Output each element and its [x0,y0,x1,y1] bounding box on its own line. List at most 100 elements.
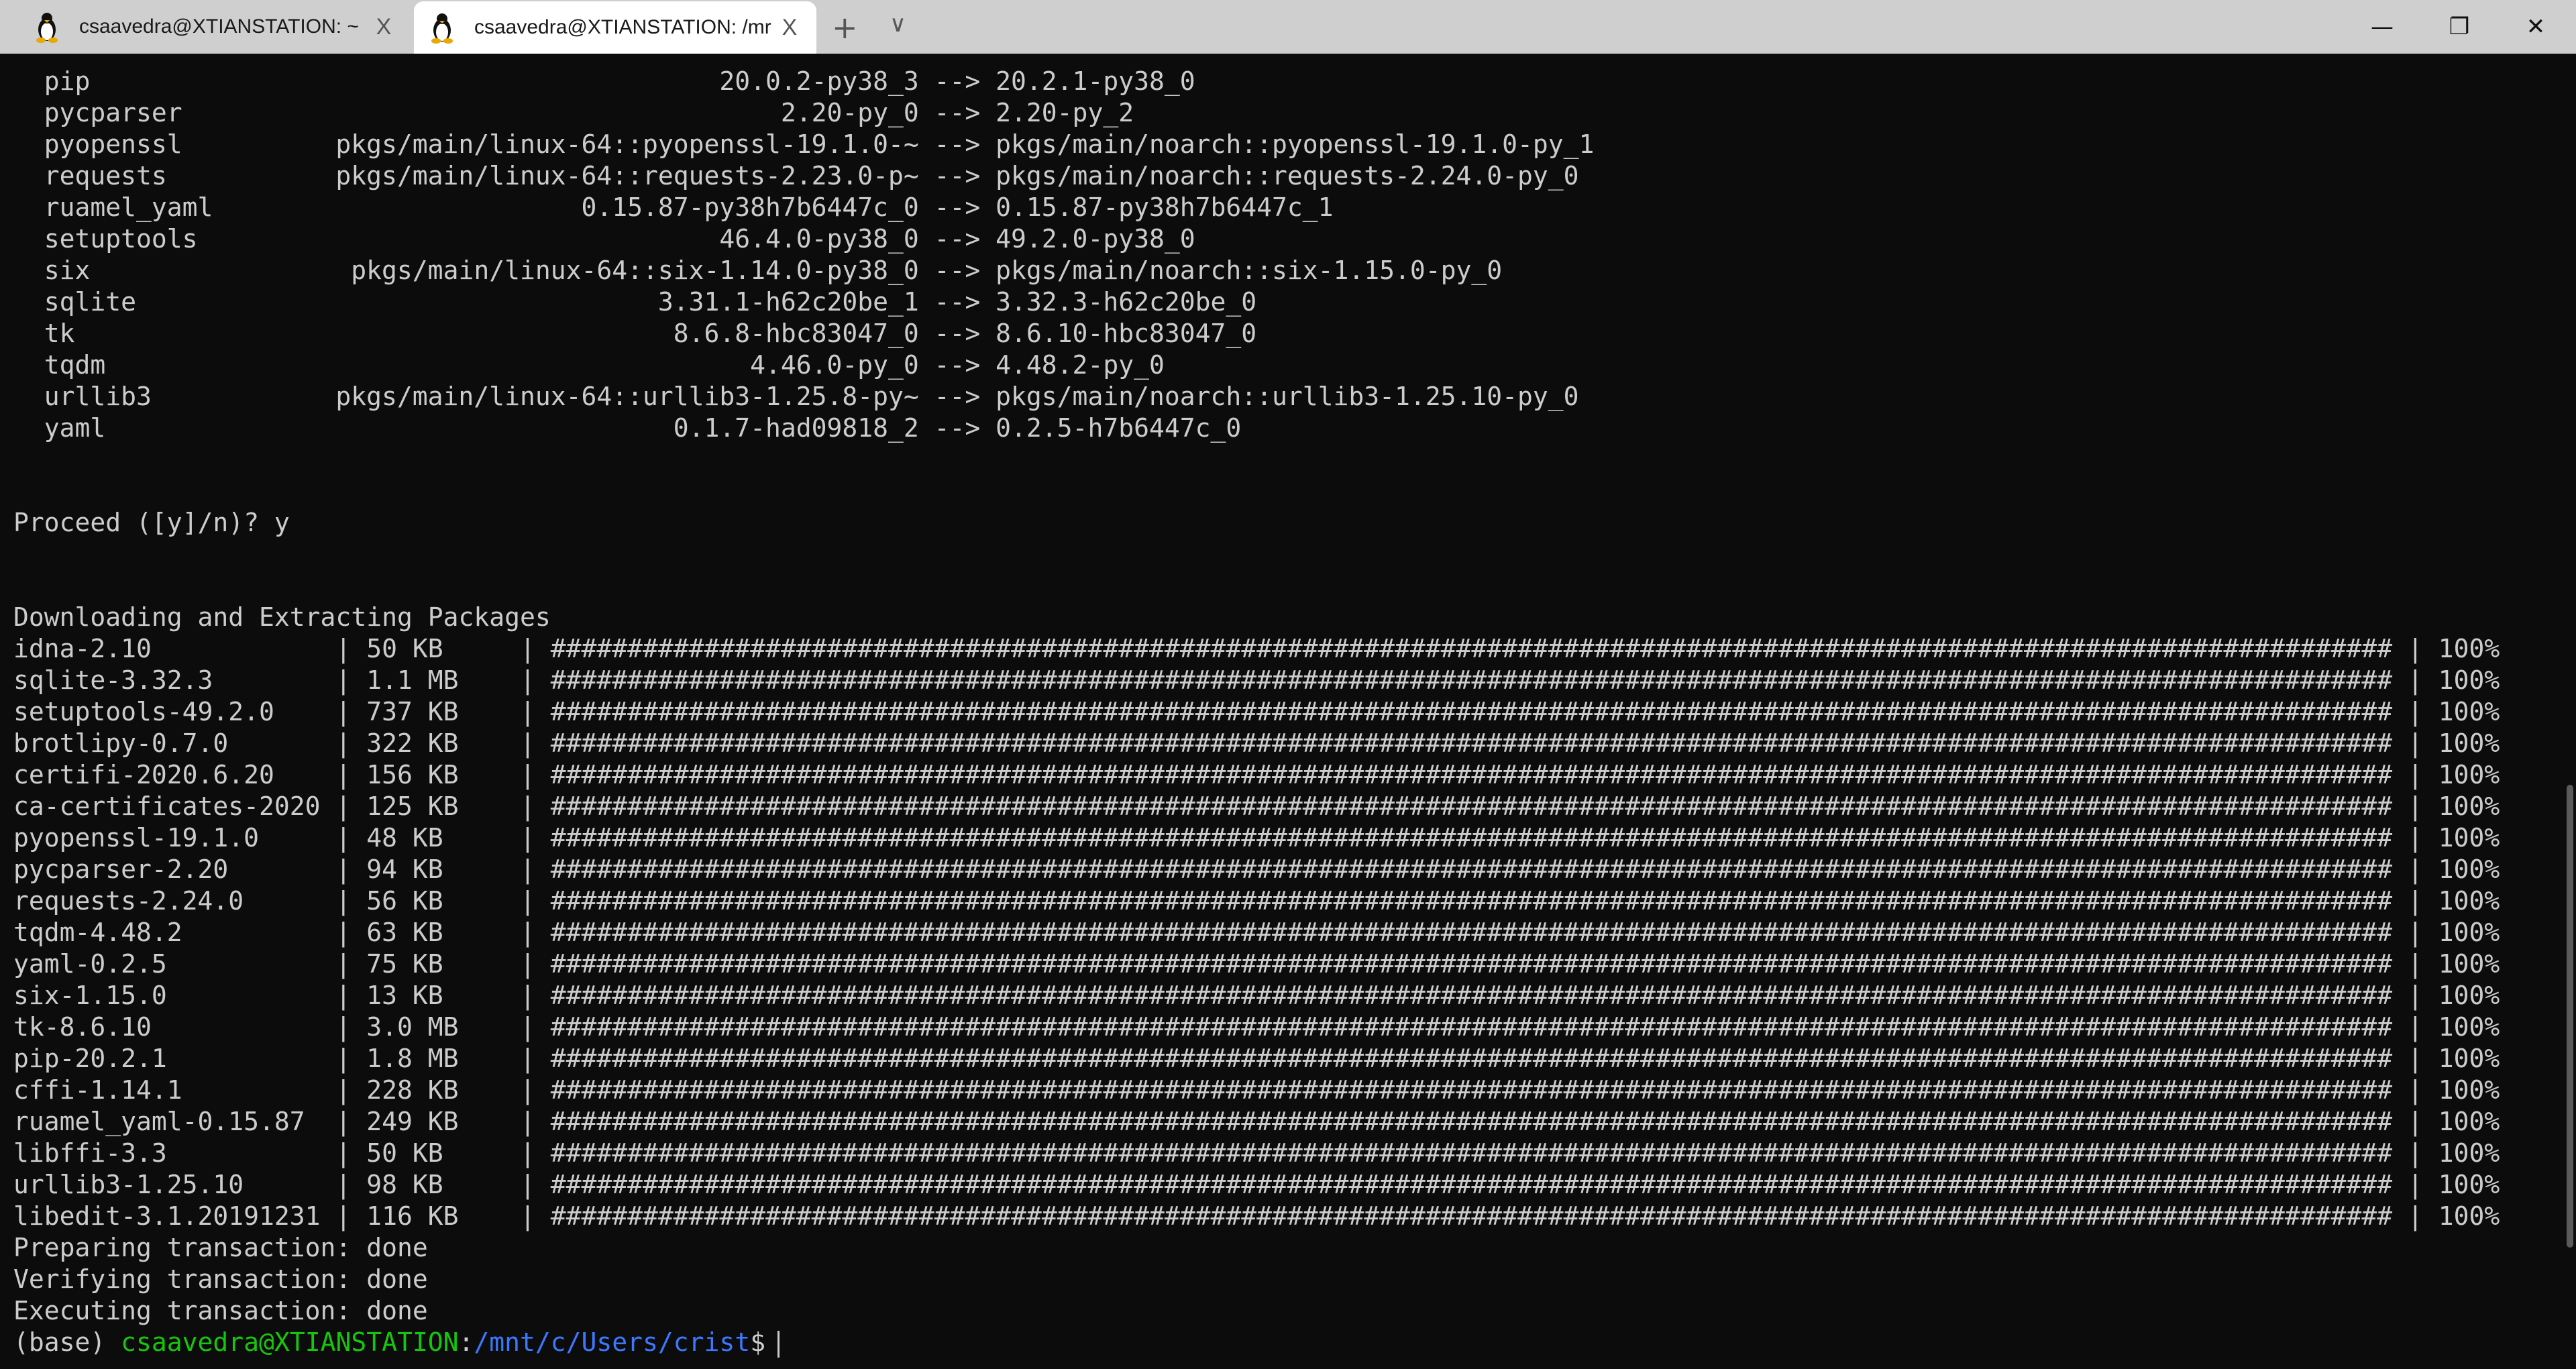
old-version: 0.15.87-py38h7b6447c_0 [213,192,918,223]
pipe: | [335,948,366,980]
package-upgrade-row: tqdm4.46.0-py_0-->4.48.2-py_0 [13,349,2500,381]
package-upgrade-row: pip20.0.2-py38_3 --> 20.2.1-py38_0 [13,66,2500,97]
progress-percent: 100% [2438,791,2500,822]
progress-bar: ########################################… [551,728,2392,759]
package-name: tqdm-4.48.2 [13,917,335,948]
prompt-separator: : [458,1327,474,1358]
prompt-symbol: $ [750,1327,765,1358]
terminal-output[interactable]: pip20.0.2-py38_3-->20.2.1-py38_0pycparse… [13,66,2500,1358]
old-version: 20.0.2-py38_3 [213,66,918,97]
status-text: Verifying transaction: done [13,1264,428,1295]
progress-bar: ########################################… [551,633,2392,665]
progress-bar: ########################################… [551,948,2392,980]
arrow: --> [934,160,981,192]
close-tab-icon[interactable]: X [776,15,803,41]
pipe: | [2392,1201,2438,1232]
download-row: tqdm-4.48.2| 63 KB| ####################… [13,917,2500,948]
package-size: 228 KB [366,1075,520,1106]
download-row: pip-20.2.1| 1.8 MB| ####################… [13,1043,2500,1075]
package-name: six-1.15.0 [13,980,335,1011]
pipe: | [335,633,366,665]
package-name: idna-2.10 [13,633,335,665]
new-version: 0.2.5-h7b6447c_0 [996,413,1241,444]
download-row: ruamel_yaml-0.15.87| 249 KB| ###########… [13,1106,2500,1138]
new-version: pkgs/main/noarch::pyopenssl-19.1.0-py_1 [996,129,1594,160]
package-size: 98 KB [366,1169,520,1201]
package-size: 75 KB [366,948,520,980]
progress-bar: ########################################… [551,1075,2392,1106]
progress-bar: ########################################… [551,759,2392,791]
pipe: | [520,791,551,822]
arrow: --> [934,66,981,97]
progress-percent: 100% [2438,1169,2500,1201]
arrow: --> [934,223,981,255]
close-tab-icon[interactable]: X [370,14,397,40]
download-row: cffi-1.14.1| 228 KB| ###################… [13,1075,2500,1106]
package-name: libedit-3.1.20191231 [13,1201,335,1232]
pipe: | [335,1106,366,1138]
tab-active[interactable]: csaavedra@XTIANSTATION: /mr X [414,1,816,54]
arrow: --> [934,286,981,318]
scrollbar[interactable] [2567,785,2573,1248]
minimize-button[interactable]: — [2345,0,2420,54]
download-row: tk-8.6.10| 3.0 MB| #####################… [13,1011,2500,1043]
pipe: | [520,696,551,728]
arrow: --> [934,129,981,160]
new-version: 0.15.87-py38h7b6447c_1 [996,192,1333,223]
package-upgrade-row: setuptools46.4.0-py38_0-->49.2.0-py38_0 [13,223,2500,255]
tab-home[interactable]: csaavedra@XTIANSTATION: ~ X [0,0,411,54]
package-size: 737 KB [366,696,520,728]
download-row: libedit-3.1.20191231| 116 KB| ##########… [13,1201,2500,1232]
package-name: yaml [44,413,213,444]
download-row: pyopenssl-19.1.0| 48 KB| ###############… [13,822,2500,854]
progress-percent: 100% [2438,1043,2500,1075]
arrow: --> [934,413,981,444]
package-name: pip [44,66,213,97]
package-name: ca-certificates-2020 [13,791,335,822]
prompt-env: (base) [13,1327,121,1358]
progress-bar: ########################################… [551,696,2392,728]
pipe: | [520,822,551,854]
pipe: | [2392,759,2438,791]
pipe: | [2392,854,2438,885]
close-window-button[interactable]: ✕ [2498,0,2573,54]
package-name: setuptools-49.2.0 [13,696,335,728]
package-upgrade-row: yaml0.1.7-had09818_2-->0.2.5-h7b6447c_0 [13,413,2500,444]
progress-percent: 100% [2438,1011,2500,1043]
progress-percent: 100% [2438,885,2500,917]
pipe: | [520,885,551,917]
progress-percent: 100% [2438,728,2500,759]
package-name: ruamel_yaml-0.15.87 [13,1106,335,1138]
package-name: cffi-1.14.1 [13,1075,335,1106]
download-row: sqlite-3.32.3| 1.1 MB| #################… [13,665,2500,696]
new-version: pkgs/main/noarch::six-1.15.0-py_0 [996,255,1502,286]
pipe: | [335,759,366,791]
package-size: 50 KB [366,1138,520,1169]
progress-percent: 100% [2438,917,2500,948]
pipe: | [520,728,551,759]
package-size: 116 KB [366,1201,520,1232]
progress-bar: ########################################… [551,665,2392,696]
package-name: six [44,255,213,286]
package-upgrade-row: tk8.6.8-hbc83047_0-->8.6.10-hbc83047_0 [13,318,2500,349]
pipe: | [2392,665,2438,696]
progress-bar: ########################################… [551,885,2392,917]
pipe: | [2392,791,2438,822]
new-version: 20.2.1-py38_0 [996,66,1195,97]
package-size: 249 KB [366,1106,520,1138]
progress-percent: 100% [2438,1138,2500,1169]
package-name: tk [44,318,213,349]
progress-percent: 100% [2438,980,2500,1011]
old-version: pkgs/main/linux-64::pyopenssl-19.1.0-~ [213,129,918,160]
old-version: pkgs/main/linux-64::urllib3-1.25.8-py~ [213,381,918,413]
package-size: 94 KB [366,854,520,885]
chevron-down-icon[interactable]: ∨ [890,11,906,38]
pipe: | [335,1169,366,1201]
package-name: brotlipy-0.7.0 [13,728,335,759]
pipe: | [520,1075,551,1106]
pipe: | [2392,1169,2438,1201]
pipe: | [2392,728,2438,759]
new-tab-button[interactable]: + [832,9,858,46]
restore-button[interactable]: ❐ [2422,0,2497,54]
old-version: pkgs/main/linux-64::requests-2.23.0-p~ [213,160,918,192]
